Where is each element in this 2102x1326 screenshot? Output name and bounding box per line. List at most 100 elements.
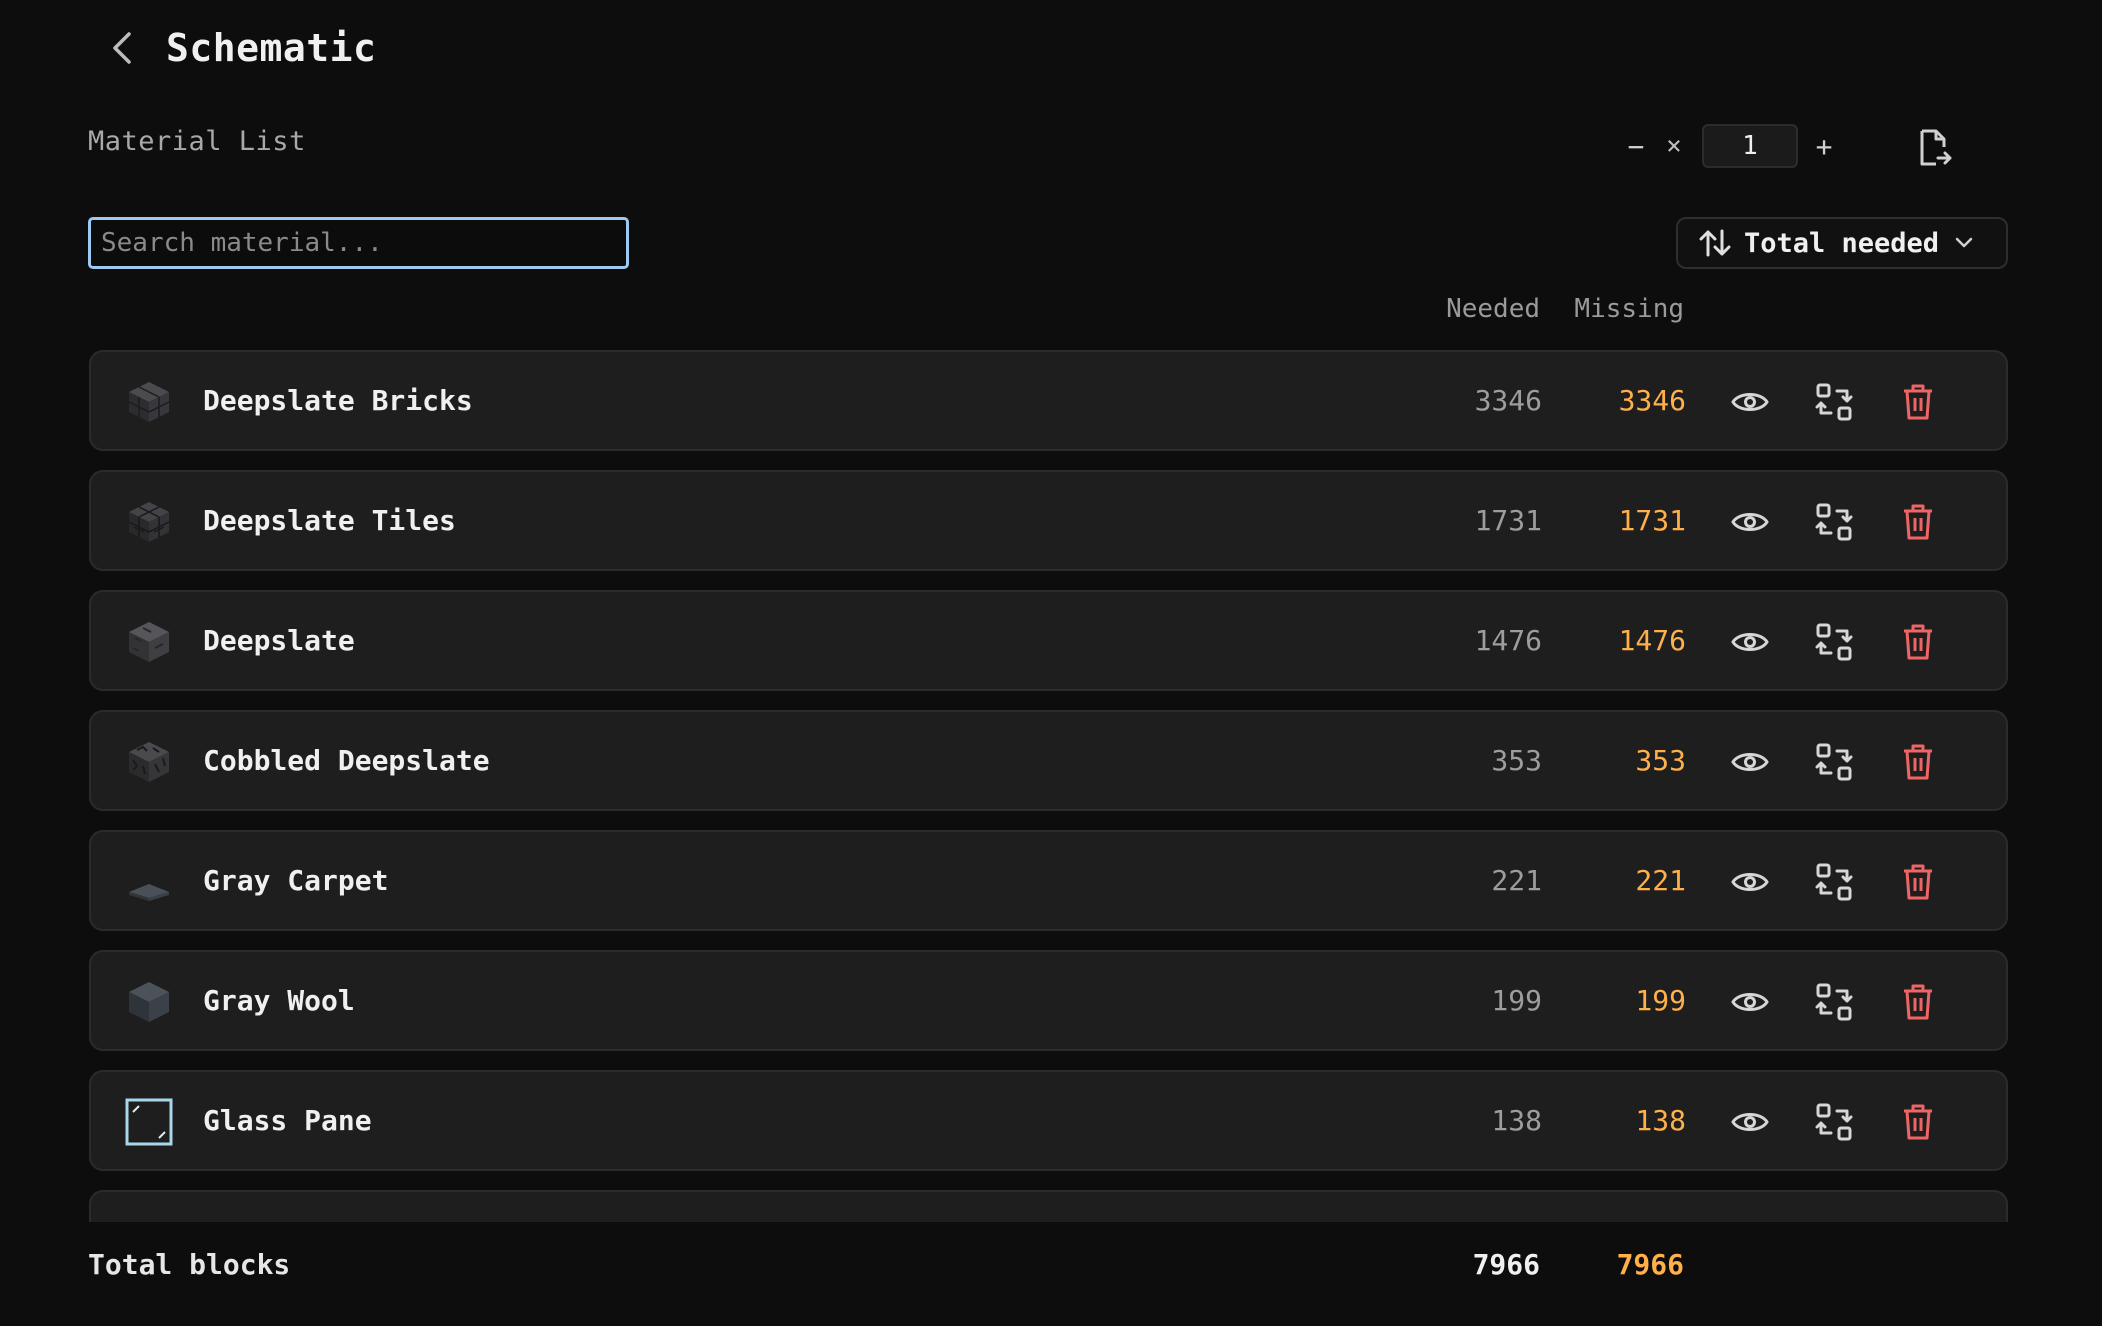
missing-count: 353 xyxy=(1635,744,1686,777)
file-export-icon xyxy=(1920,129,1952,166)
list-item-partial xyxy=(89,1190,2008,1222)
missing-count: 221 xyxy=(1635,864,1686,897)
gray-carpet-block-icon xyxy=(129,884,169,901)
totals-footer: Total blocks 7966 7966 xyxy=(0,1222,2102,1326)
replace-icon xyxy=(1815,863,1853,901)
replace-button[interactable] xyxy=(1812,620,1856,664)
sort-label: Total needed xyxy=(1744,227,1940,259)
replace-button[interactable] xyxy=(1812,740,1856,784)
gray-wool-block-icon xyxy=(129,982,169,1022)
view-button[interactable] xyxy=(1728,500,1772,544)
back-button[interactable] xyxy=(100,26,144,70)
delete-button[interactable] xyxy=(1896,620,1940,664)
view-button[interactable] xyxy=(1728,860,1772,904)
delete-button[interactable] xyxy=(1896,860,1940,904)
needed-count: 353 xyxy=(1491,744,1542,777)
missing-count: 3346 xyxy=(1618,384,1686,417)
needed-count: 1731 xyxy=(1474,504,1542,537)
replace-icon xyxy=(1815,503,1853,541)
decrement-button[interactable]: − xyxy=(1618,126,1654,166)
cobbled-deepslate-block-icon xyxy=(129,742,169,782)
view-button[interactable] xyxy=(1728,980,1772,1024)
list-item: Gray Wool 199 199 xyxy=(89,950,2008,1051)
material-name: Glass Pane xyxy=(203,1104,372,1137)
needed-count: 199 xyxy=(1491,984,1542,1017)
sort-dropdown[interactable]: Total needed xyxy=(1676,217,2008,269)
column-header-needed: Needed xyxy=(1446,294,1540,324)
view-button[interactable] xyxy=(1728,620,1772,664)
material-list-title: Material List xyxy=(88,126,306,157)
page-title: Schematic xyxy=(166,26,377,70)
material-list: Deepslate Bricks 3346 3346 Deepslate Til… xyxy=(89,350,2008,1222)
increment-button[interactable]: + xyxy=(1806,126,1842,166)
replace-button[interactable] xyxy=(1812,1100,1856,1144)
trash-icon xyxy=(1904,1104,1932,1140)
total-needed-count: 7966 xyxy=(1472,1248,1540,1281)
trash-icon xyxy=(1904,984,1932,1020)
replace-button[interactable] xyxy=(1812,380,1856,424)
glass-pane-block-icon xyxy=(125,1098,173,1146)
list-item: Cobbled Deepslate 353 353 xyxy=(89,710,2008,811)
view-button[interactable] xyxy=(1728,740,1772,784)
delete-button[interactable] xyxy=(1896,980,1940,1024)
replace-icon xyxy=(1815,743,1853,781)
material-name: Cobbled Deepslate xyxy=(203,744,490,777)
list-item: Deepslate Bricks 3346 3346 xyxy=(89,350,2008,451)
material-name: Deepslate xyxy=(203,624,355,657)
deepslate-bricks-block-icon xyxy=(128,382,170,422)
total-missing-count: 7966 xyxy=(1616,1248,1684,1281)
trash-icon xyxy=(1904,864,1932,900)
chevron-down-icon xyxy=(1955,237,1973,248)
needed-count: 138 xyxy=(1491,1104,1542,1137)
eye-icon xyxy=(1731,873,1769,891)
deepslate-block-icon xyxy=(129,622,169,662)
delete-button[interactable] xyxy=(1896,500,1940,544)
replace-button[interactable] xyxy=(1812,980,1856,1024)
delete-button[interactable] xyxy=(1896,1100,1940,1144)
missing-count: 138 xyxy=(1635,1104,1686,1137)
replace-icon xyxy=(1815,623,1853,661)
eye-icon xyxy=(1731,1113,1769,1131)
replace-icon xyxy=(1815,1103,1853,1141)
replace-button[interactable] xyxy=(1812,860,1856,904)
replace-button[interactable] xyxy=(1812,500,1856,544)
list-item: Deepslate 1476 1476 xyxy=(89,590,2008,691)
material-name: Deepslate Bricks xyxy=(203,384,473,417)
replace-icon xyxy=(1815,383,1853,421)
needed-count: 1476 xyxy=(1474,624,1542,657)
search-input[interactable] xyxy=(88,217,629,269)
view-button[interactable] xyxy=(1728,1100,1772,1144)
material-name: Deepslate Tiles xyxy=(203,504,456,537)
list-item: Gray Carpet 221 221 xyxy=(89,830,2008,931)
missing-count: 1476 xyxy=(1618,624,1686,657)
eye-icon xyxy=(1731,393,1769,411)
multiply-sign: × xyxy=(1666,131,1682,161)
eye-icon xyxy=(1731,513,1769,531)
material-name: Gray Carpet xyxy=(203,864,389,897)
needed-count: 3346 xyxy=(1474,384,1542,417)
view-button[interactable] xyxy=(1728,380,1772,424)
eye-icon xyxy=(1731,993,1769,1011)
list-item: Deepslate Tiles 1731 1731 xyxy=(89,470,2008,571)
delete-button[interactable] xyxy=(1896,380,1940,424)
trash-icon xyxy=(1904,624,1932,660)
export-button[interactable] xyxy=(1912,126,1956,170)
missing-count: 1731 xyxy=(1618,504,1686,537)
eye-icon xyxy=(1731,633,1769,651)
eye-icon xyxy=(1731,753,1769,771)
trash-icon xyxy=(1904,744,1932,780)
deepslate-tiles-block-icon xyxy=(128,502,170,542)
replace-icon xyxy=(1815,983,1853,1021)
total-blocks-label: Total blocks xyxy=(88,1248,291,1281)
schematic-page: Schematic Material List − × + Total need… xyxy=(0,0,2102,1326)
chevron-left-icon xyxy=(113,32,131,64)
list-item: Glass Pane 138 138 xyxy=(89,1070,2008,1171)
sort-arrows-icon xyxy=(1699,229,1731,257)
missing-count: 199 xyxy=(1635,984,1686,1017)
delete-button[interactable] xyxy=(1896,740,1940,784)
quantity-stepper: − × + xyxy=(1618,122,1842,170)
quantity-input[interactable] xyxy=(1702,124,1798,168)
header: Schematic xyxy=(100,18,376,78)
trash-icon xyxy=(1904,504,1932,540)
needed-count: 221 xyxy=(1491,864,1542,897)
